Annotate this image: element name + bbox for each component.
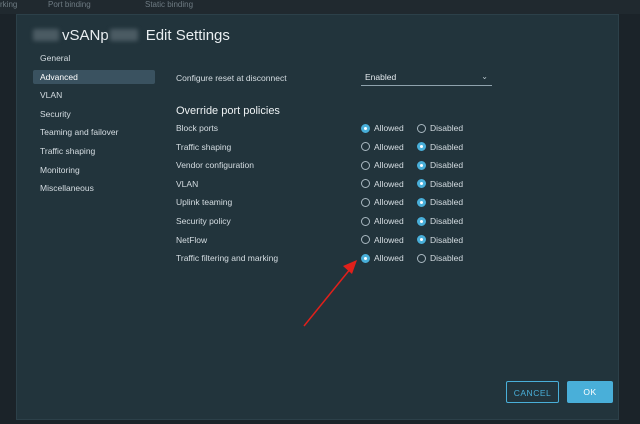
policy-option-disabled[interactable]: Disabled	[417, 179, 463, 189]
chevron-down-icon: ⌄	[481, 72, 488, 81]
settings-nav: General Advanced VLAN Security Teaming a…	[33, 51, 155, 200]
policy-option-allowed[interactable]: Allowed	[361, 216, 404, 226]
reset-at-disconnect-label: Configure reset at disconnect	[176, 73, 287, 83]
policy-option-allowed[interactable]: Allowed	[361, 197, 404, 207]
reset-at-disconnect-select[interactable]: Enabled ⌄	[361, 70, 492, 86]
policy-option-disabled[interactable]: Disabled	[417, 160, 463, 170]
nav-item-teaming-and-failover[interactable]: Teaming and failover	[33, 125, 155, 139]
policy-row: Block ports Allowed Disabled	[176, 123, 616, 135]
allowed-label: Allowed	[374, 178, 404, 189]
policy-option-disabled[interactable]: Disabled	[417, 197, 463, 207]
allowed-radio[interactable]	[361, 197, 370, 207]
policy-label: Traffic shaping	[176, 141, 232, 152]
disabled-radio[interactable]	[417, 142, 426, 152]
policy-row: Traffic filtering and marking Allowed Disa…	[176, 253, 616, 265]
background-label: Static binding	[145, 0, 194, 9]
policy-option-allowed[interactable]: Allowed	[361, 160, 404, 170]
allowed-label: Allowed	[374, 160, 404, 171]
allowed-label: Allowed	[374, 234, 404, 245]
policy-option-allowed[interactable]: Allowed	[361, 179, 404, 189]
allowed-radio[interactable]	[361, 160, 370, 170]
allowed-radio[interactable]	[361, 179, 370, 189]
disabled-label: Disabled	[430, 160, 464, 171]
nav-item-miscellaneous[interactable]: Miscellaneous	[33, 181, 155, 195]
nav-item-monitoring[interactable]: Monitoring	[33, 163, 155, 177]
policy-row: Security policy Allowed Disabled	[176, 216, 616, 228]
disabled-label: Disabled	[430, 123, 464, 133]
policy-label: Block ports	[176, 123, 219, 133]
nav-item-advanced[interactable]: Advanced	[33, 69, 155, 84]
policy-option-allowed[interactable]: Allowed	[361, 235, 404, 245]
policy-label: Security policy	[176, 216, 231, 226]
policy-option-disabled[interactable]: Disabled	[417, 216, 463, 226]
policy-row: VLAN Allowed Disabled	[176, 179, 616, 191]
policy-option-disabled[interactable]: Disabled	[417, 123, 463, 133]
policy-label: Uplink teaming	[176, 197, 233, 208]
override-port-policies-title: Override port policies	[176, 105, 280, 117]
policy-row: Uplink teaming Allowed Disabled	[176, 197, 616, 209]
disabled-radio[interactable]	[417, 123, 426, 133]
redacted-text	[109, 29, 138, 41]
policy-row: Traffic shaping Allowed Disabled	[176, 142, 616, 154]
nav-item-traffic-shaping[interactable]: Traffic shaping	[33, 144, 155, 158]
background-label: Port binding	[48, 0, 91, 9]
cancel-button[interactable]: CANCEL	[506, 381, 559, 403]
allowed-radio[interactable]	[361, 123, 370, 133]
disabled-radio[interactable]	[417, 197, 426, 207]
policy-label: VLAN	[176, 178, 199, 189]
disabled-radio[interactable]	[417, 235, 426, 245]
nav-item-vlan[interactable]: VLAN	[33, 88, 155, 102]
edit-settings-dialog: vSANp Edit Settings General Advanced VLA…	[16, 14, 619, 420]
disabled-radio[interactable]	[417, 253, 426, 263]
policy-option-allowed[interactable]: Allowed	[361, 142, 404, 152]
policy-option-allowed[interactable]: Allowed	[361, 123, 404, 133]
disabled-label: Disabled	[430, 141, 464, 152]
allowed-radio[interactable]	[361, 253, 370, 263]
background-label: rking	[0, 0, 18, 9]
disabled-label: Disabled	[430, 234, 464, 245]
policy-option-allowed[interactable]: Allowed	[361, 253, 404, 263]
reset-at-disconnect-value: Enabled	[365, 72, 397, 82]
allowed-radio[interactable]	[361, 235, 370, 245]
nav-item-security[interactable]: Security	[33, 107, 155, 121]
allowed-label: Allowed	[374, 253, 404, 264]
disabled-radio[interactable]	[417, 216, 426, 226]
ok-button[interactable]: OK	[567, 381, 613, 403]
policy-label: Vendor configuration	[176, 160, 254, 171]
allowed-label: Allowed	[374, 123, 404, 133]
allowed-radio[interactable]	[361, 216, 370, 226]
allowed-label: Allowed	[374, 197, 404, 208]
allowed-label: Allowed	[374, 216, 404, 226]
policy-label: NetFlow	[176, 234, 208, 245]
policy-label: Traffic filtering and marking	[176, 253, 279, 264]
policy-row: NetFlow Allowed Disabled	[176, 235, 616, 247]
disabled-label: Disabled	[430, 216, 464, 226]
portgroup-name: vSANp	[62, 26, 109, 44]
allowed-label: Allowed	[374, 141, 404, 152]
disabled-radio[interactable]	[417, 179, 426, 189]
redacted-text	[33, 29, 59, 41]
policy-option-disabled[interactable]: Disabled	[417, 142, 463, 152]
disabled-radio[interactable]	[417, 160, 426, 170]
disabled-label: Disabled	[430, 178, 464, 189]
disabled-label: Disabled	[430, 197, 464, 208]
disabled-label: Disabled	[430, 253, 464, 264]
background-header	[0, 0, 640, 14]
policy-option-disabled[interactable]: Disabled	[417, 235, 463, 245]
policy-option-disabled[interactable]: Disabled	[417, 253, 463, 263]
advanced-settings-panel: Configure reset at disconnect Enabled ⌄ …	[176, 15, 616, 315]
nav-item-general[interactable]: General	[33, 51, 155, 65]
policy-row: Vendor configuration Allowed Disabled	[176, 160, 616, 172]
allowed-radio[interactable]	[361, 142, 370, 152]
